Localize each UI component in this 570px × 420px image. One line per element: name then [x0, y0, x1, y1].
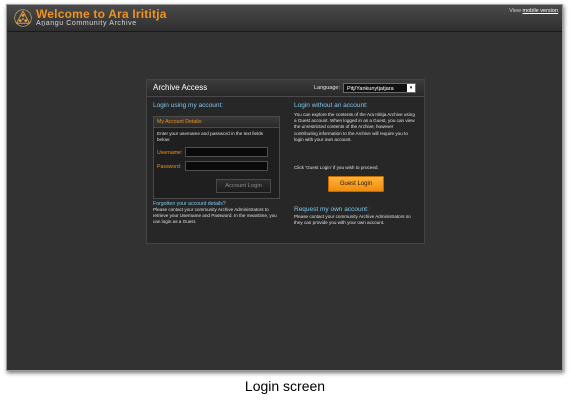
account-login-section: Login using my account: My Account Detai… [153, 102, 280, 224]
account-login-heading: Login using my account: [153, 102, 224, 109]
archive-logo-icon [14, 9, 32, 27]
view-mobile-version: View mobile version [509, 8, 558, 14]
language-label: Language: [314, 85, 340, 91]
forgot-account-text: Please contact your community Archive Ad… [153, 207, 277, 225]
site-subtitle: Aṉangu Community Archive [36, 20, 137, 27]
account-login-button[interactable]: Account Login [216, 179, 271, 193]
username-label: Username: [157, 150, 183, 156]
view-prefix: View [509, 8, 523, 14]
guest-login-hint: Click 'Guest Login' if you wish to proce… [294, 165, 379, 170]
request-account-heading: Request my own account: [294, 206, 369, 213]
language-select[interactable]: Pitj/Yankunytjatjara ▾ [343, 83, 416, 93]
chevron-down-icon: ▾ [407, 84, 415, 92]
password-input[interactable] [185, 161, 268, 171]
request-account-text: Please contact your community Archive Ad… [294, 214, 411, 226]
account-details-box: My Account Details: Enter your username … [153, 116, 280, 199]
app-window: Welcome to Ara Irititja Aṉangu Community… [6, 4, 563, 371]
main-area: Archive Access Language: Pitj/Yankunytja… [7, 32, 562, 370]
mobile-version-link[interactable]: mobile version [523, 8, 558, 14]
figure-caption: Login screen [244, 378, 326, 394]
archive-access-panel: Archive Access Language: Pitj/Yankunytja… [146, 79, 425, 244]
language-value: Pitj/Yankunytjatjara [347, 86, 394, 92]
password-label: Password: [157, 164, 182, 170]
site-title: Welcome to Ara Irititja [36, 7, 167, 21]
guest-login-section: Login without an account: You can explor… [294, 102, 418, 225]
guest-login-heading: Login without an account: [294, 102, 368, 109]
panel-header: Archive Access Language: Pitj/Yankunytja… [147, 80, 424, 97]
login-instructions: Enter your username and password in the … [157, 131, 263, 143]
guest-login-text: You can explore the contents of the Ara … [294, 112, 415, 142]
account-details-header: My Account Details: [154, 117, 279, 128]
guest-login-button[interactable]: Guest Login [328, 176, 384, 192]
username-input[interactable] [185, 147, 268, 157]
account-details-title: My Account Details: [157, 119, 203, 125]
top-bar: Welcome to Ara Irititja Aṉangu Community… [7, 5, 562, 32]
panel-title: Archive Access [153, 83, 208, 92]
